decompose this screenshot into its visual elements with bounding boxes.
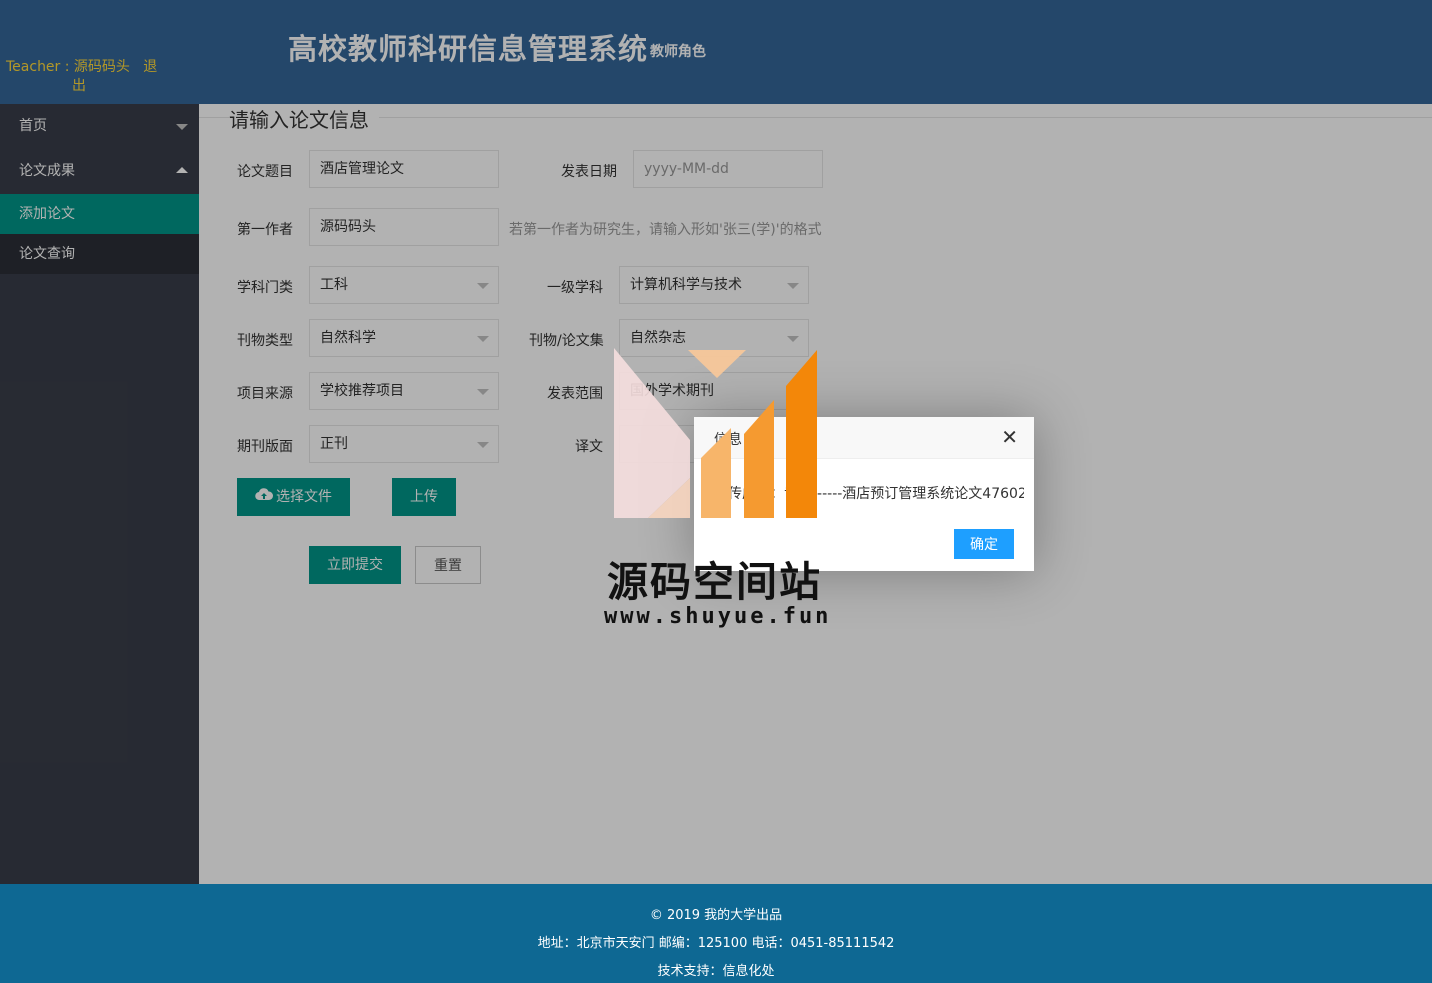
close-icon[interactable]: ✕ (1001, 427, 1018, 447)
footer-address: 地址：北京市天安门 邮编：125100 电话：0451-85111542 (537, 936, 895, 951)
watermark-logo-icon (614, 348, 817, 518)
watermark-url: www.shuyue.fun (604, 604, 832, 629)
footer-support: 技术支持：信息化处 (657, 964, 775, 979)
watermark-name: 源码空间站 (607, 558, 822, 606)
footer: © 2019 我的大学出品 地址：北京市天安门 邮编：125100 电话：045… (0, 884, 1432, 983)
ok-button[interactable]: 确定 (954, 529, 1014, 559)
footer-copyright: © 2019 我的大学出品 (649, 908, 783, 923)
